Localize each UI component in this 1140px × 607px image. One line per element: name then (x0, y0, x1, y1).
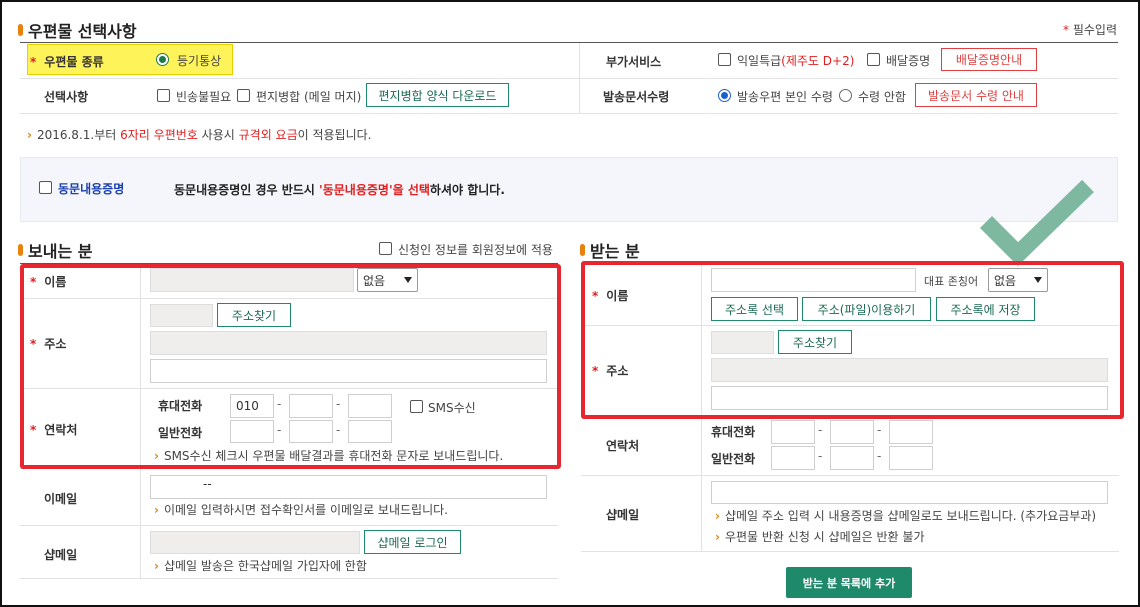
merge-letter-checkbox[interactable] (237, 89, 250, 102)
required-note-text: 필수입력 (1072, 23, 1117, 37)
postal-code-notice: › 2016.8.1.부터 6자리 우편번호 사용시 규격외 요금이 적용됩니다. (27, 128, 372, 142)
doc-not-receive-radio[interactable] (839, 89, 852, 102)
receiver-shopmail-note2: › 우편물 반환 신청 시 샵메일은 반환 불가 (715, 530, 925, 544)
merge-download-button[interactable]: 편지병합 양식 다운로드 (366, 83, 509, 107)
apply-member-info-checkbox[interactable] (379, 242, 392, 255)
receiver-phone-mid-input[interactable] (830, 446, 874, 470)
options-row-border (20, 78, 1118, 79)
receiver-phone-area-input[interactable] (771, 446, 815, 470)
receiver-title: 받는 분 (590, 242, 640, 261)
doc-receive-radio[interactable] (718, 89, 731, 102)
receiver-shopmail-label: 샵메일 (606, 508, 640, 522)
sender-shopmail-input[interactable] (150, 531, 360, 554)
section-title-options: 우편물 선택사항 (18, 18, 137, 42)
receiver-contact-label: 연락처 (606, 439, 640, 453)
delivery-proof-label: 배달증명 (886, 54, 931, 68)
merge-letter-label: 편지병합 (메일 머지) (256, 90, 362, 104)
doc-receipt-label: 발송문서수령 (603, 90, 670, 104)
email-note: › 이메일 입력하시면 접수확인서를 이메일로 보내드립니다. (154, 503, 448, 517)
shopmail-note: › 샵메일 발송은 한국샵메일 가입자에 한함 (154, 559, 367, 573)
options-top-border (20, 42, 1118, 43)
sender-email-input[interactable]: -- (150, 475, 547, 499)
no-envelope-label: 빈송불필요 (176, 90, 232, 104)
receiver-mobile-last-input[interactable] (889, 420, 933, 444)
receiver-mobile-mid-input[interactable] (830, 420, 874, 444)
bullet-icon (18, 244, 23, 256)
shopmail-login-button[interactable]: 샵메일 로그인 (364, 530, 461, 554)
section-title-receiver: 받는 분 (580, 238, 640, 262)
sender-title: 보내는 분 (28, 242, 93, 261)
delivery-proof-checkbox[interactable] (867, 53, 880, 66)
sender-highlight-box (20, 264, 561, 469)
receiver-shopmail-input[interactable] (711, 481, 1108, 504)
receiver-highlight-box (581, 261, 1124, 419)
bulk-proof-message: 동문내용증명인 경우 반드시 '동문내용증명'을 선택하셔야 합니다. (174, 183, 505, 197)
bulk-proof-label: 동문내용증명 (58, 182, 125, 196)
doc-not-receive-label: 수령 안함 (858, 90, 906, 104)
bullet-icon (18, 24, 23, 36)
receiver-bottom-border (581, 551, 1119, 552)
dash: - (818, 423, 823, 437)
receiver-shopmail-note1: › 샵메일 주소 입력 시 내용증명을 샵메일로도 보내드립니다. (추가요금부과… (715, 509, 1097, 523)
sender-shopmail-label: 샵메일 (44, 548, 78, 562)
receiver-row-border (581, 475, 1119, 476)
section-title-sender: 보내는 분 (18, 238, 92, 262)
apply-member-info-label: 신청인 정보를 회원정보에 적용 (398, 243, 553, 257)
receiver-mobile-prefix-input[interactable] (771, 420, 815, 444)
options-title: 우편물 선택사항 (28, 22, 137, 41)
sender-row-border (20, 525, 558, 526)
receiver-phone-last-input[interactable] (889, 446, 933, 470)
mail-type-label: * 우편물 종류 (30, 55, 104, 69)
dash: - (877, 423, 882, 437)
required-marker: * (1063, 23, 1069, 37)
receiver-mobile-label: 휴대전화 (711, 425, 756, 439)
dash: - (818, 449, 823, 463)
receiver-phone-label: 일반전화 (711, 452, 756, 466)
extra-service-label: 부가서비스 (606, 55, 662, 69)
required-note: * 필수입력 (1063, 21, 1117, 38)
bullet-icon (580, 244, 585, 256)
doc-receive-label: 발송우편 본인 수령 (737, 90, 833, 104)
next-day-checkbox[interactable] (718, 53, 731, 66)
no-envelope-checkbox[interactable] (157, 89, 170, 102)
sender-email-label: 이메일 (44, 492, 78, 506)
checkmark-icon (979, 179, 1094, 266)
bulk-proof-checkbox[interactable] (39, 181, 52, 194)
doc-receipt-guide-button[interactable]: 발송문서 수령 안내 (915, 83, 1037, 107)
add-receiver-button[interactable]: 받는 분 목록에 추가 (786, 567, 912, 598)
dash: - (877, 449, 882, 463)
mail-type-radio[interactable] (156, 53, 169, 66)
sender-bottom-border (20, 578, 558, 579)
mail-type-value: 등기통상 (177, 54, 222, 68)
selection-label: 선택사항 (44, 90, 89, 104)
delivery-proof-guide-button[interactable]: 배달증명안내 (941, 48, 1037, 71)
options-bottom-border (20, 113, 1118, 114)
next-day-label: 익일특급(제주도 D+2) (737, 54, 855, 68)
